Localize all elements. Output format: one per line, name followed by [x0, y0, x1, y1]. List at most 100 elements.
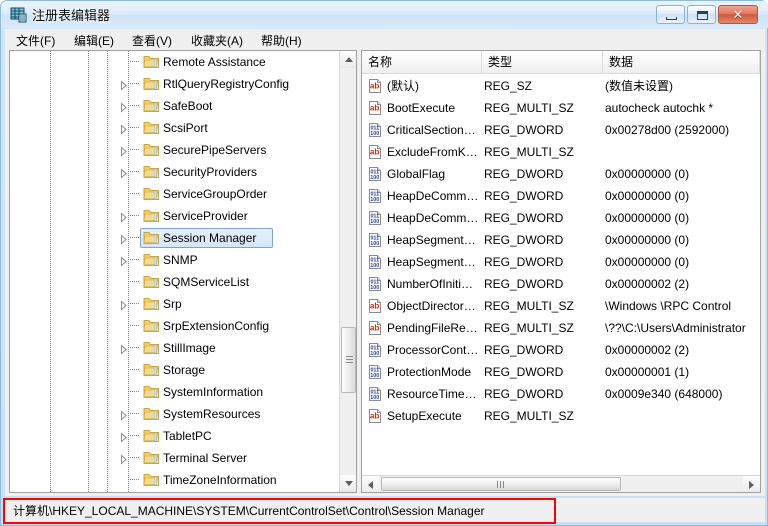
tree-item-systemresources[interactable]: SystemResources: [10, 403, 338, 425]
expand-arrow-icon[interactable]: [118, 454, 129, 465]
tree-item-serviceprovider[interactable]: ServiceProvider: [10, 205, 338, 227]
table-row[interactable]: 011 100 ProcessorCont… REG_DWORD 0x00000002 …: [362, 339, 760, 361]
close-button[interactable]: ✕: [718, 5, 758, 24]
tree-item-terminal-server[interactable]: Terminal Server: [10, 447, 338, 469]
expand-toggle[interactable]: [118, 166, 129, 179]
column-header-1[interactable]: 类型: [482, 51, 603, 73]
expand-toggle[interactable]: [118, 78, 129, 91]
value-type-cell: REG_MULTI_SZ: [484, 145, 574, 159]
tree-item-usbflags[interactable]: usbflags: [10, 491, 338, 492]
scroll-down-button[interactable]: [340, 475, 356, 492]
value-data-cell: 0x00000000 (0): [605, 211, 690, 225]
list-horizontal-scrollbar[interactable]: [362, 475, 760, 492]
folder-icon: [143, 320, 159, 332]
expand-arrow-icon[interactable]: [118, 432, 129, 443]
column-header-0[interactable]: 名称: [362, 51, 482, 73]
tree-item-srp[interactable]: Srp: [10, 293, 338, 315]
expand-toggle[interactable]: [118, 430, 129, 443]
table-row[interactable]: 011 100 ResourceTime… REG_DWORD 0x0009e340 (…: [362, 383, 760, 405]
expand-arrow-icon[interactable]: [118, 168, 129, 179]
title-bar[interactable]: 注册表编辑器 ✕: [1, 1, 768, 28]
tree-vertical-scrollbar[interactable]: [339, 51, 356, 492]
svg-text:ab: ab: [370, 412, 380, 421]
table-row[interactable]: ab PendingFileRe… REG_MULTI_SZ \??\C:\Users…: [362, 317, 760, 339]
folder-icon: [143, 386, 159, 398]
expand-toggle[interactable]: [118, 298, 129, 311]
value-data-cell: 0x00000000 (0): [605, 255, 690, 269]
table-row[interactable]: ab (默认) REG_SZ (数值未设置): [362, 75, 760, 97]
tree-item-safeboot[interactable]: SafeBoot: [10, 95, 338, 117]
tree-item-servicegrouporder[interactable]: ServiceGroupOrder: [10, 183, 338, 205]
menu-item-3[interactable]: 收藏夹(A): [188, 32, 246, 48]
tree-item-securityproviders[interactable]: SecurityProviders: [10, 161, 338, 183]
folder-icon: [143, 340, 160, 355]
expand-toggle[interactable]: [118, 122, 129, 135]
menu-item-2[interactable]: 查看(V): [129, 32, 175, 48]
scrollbar-thumb[interactable]: [381, 477, 621, 491]
tree-item-remote-assistance[interactable]: Remote Assistance: [10, 51, 338, 73]
table-row[interactable]: 011 100 HeapSegment… REG_DWORD 0x00000000 (0…: [362, 251, 760, 273]
table-row[interactable]: ab ExcludeFromK… REG_MULTI_SZ: [362, 141, 760, 163]
table-row[interactable]: 011 100 NumberOfIniti… REG_DWORD 0x00000002 …: [362, 273, 760, 295]
expand-toggle[interactable]: [118, 254, 129, 267]
table-row[interactable]: 011 100 HeapDeComm… REG_DWORD 0x00000000 (0): [362, 185, 760, 207]
list-column-header[interactable]: 名称 类型 数据: [362, 51, 760, 74]
table-row[interactable]: ab SetupExecute REG_MULTI_SZ: [362, 405, 760, 427]
expand-arrow-icon[interactable]: [118, 344, 129, 355]
scrollbar-thumb[interactable]: [341, 327, 356, 393]
tree-connector-line: [128, 413, 139, 414]
registry-values-pane[interactable]: 名称 类型 数据 ab (默认) REG_SZ (数值未设置) ab BootExecute R…: [361, 50, 761, 493]
expand-toggle[interactable]: [118, 144, 129, 157]
tree-item-scsiport[interactable]: ScsiPort: [10, 117, 338, 139]
folder-icon: [143, 144, 159, 156]
table-row[interactable]: ab ObjectDirector… REG_MULTI_SZ \Windows \R…: [362, 295, 760, 317]
expand-arrow-icon[interactable]: [118, 124, 129, 135]
minimize-button[interactable]: [656, 5, 685, 24]
menu-item-1[interactable]: 编辑(E): [71, 32, 117, 48]
maximize-button[interactable]: [687, 5, 716, 24]
tree-item-stillimage[interactable]: StillImage: [10, 337, 338, 359]
expand-arrow-icon[interactable]: [118, 212, 129, 223]
table-row[interactable]: 011 100 ProtectionMode REG_DWORD 0x00000001 …: [362, 361, 760, 383]
expand-arrow-icon[interactable]: [118, 300, 129, 311]
table-row[interactable]: 011 100 GlobalFlag REG_DWORD 0x00000000 (0): [362, 163, 760, 185]
expand-toggle[interactable]: [118, 232, 129, 245]
menu-item-4[interactable]: 帮助(H): [258, 32, 305, 48]
scroll-up-button[interactable]: [340, 51, 356, 68]
menu-item-0[interactable]: 文件(F): [13, 32, 58, 48]
svg-text:100: 100: [370, 285, 379, 291]
tree-connector-line: [128, 435, 139, 436]
expand-toggle[interactable]: [118, 100, 129, 113]
expand-arrow-icon[interactable]: [118, 80, 129, 91]
tree-item-sqmservicelist[interactable]: SQMServiceList: [10, 271, 338, 293]
scroll-right-button[interactable]: [743, 476, 760, 492]
expand-toggle[interactable]: [118, 452, 129, 465]
table-row[interactable]: ab BootExecute REG_MULTI_SZ autocheck autoc…: [362, 97, 760, 119]
scroll-left-button[interactable]: [362, 476, 379, 492]
table-row[interactable]: 011 100 CriticalSection… REG_DWORD 0x00278d0…: [362, 119, 760, 141]
tree-item-tabletpc[interactable]: TabletPC: [10, 425, 338, 447]
table-row[interactable]: 011 100 HeapSegment… REG_DWORD 0x00000000 (0…: [362, 229, 760, 251]
expand-arrow-icon[interactable]: [118, 410, 129, 421]
tree-item-snmp[interactable]: SNMP: [10, 249, 338, 271]
expand-toggle[interactable]: [118, 210, 129, 223]
tree-item-timezoneinformation[interactable]: TimeZoneInformation: [10, 469, 338, 491]
expand-arrow-icon[interactable]: [118, 146, 129, 157]
tree-item-securepipeservers[interactable]: SecurePipeServers: [10, 139, 338, 161]
column-header-2[interactable]: 数据: [603, 51, 760, 73]
string-value-icon: ab: [367, 408, 383, 424]
table-row[interactable]: 011 100 HeapDeComm… REG_DWORD 0x00000000 (0): [362, 207, 760, 229]
value-type-cell: REG_DWORD: [484, 123, 564, 137]
expand-arrow-icon[interactable]: [118, 256, 129, 267]
expand-arrow-icon[interactable]: [118, 102, 129, 113]
tree-item-session-manager[interactable]: Session Manager: [10, 227, 338, 249]
registry-tree-pane[interactable]: Remote Assistance RtlQueryRegistryConfig S…: [9, 50, 357, 493]
tree-item-systeminformation[interactable]: SystemInformation: [10, 381, 338, 403]
tree-item-storage[interactable]: Storage: [10, 359, 338, 381]
tree-item-rtlqueryregistryconfig[interactable]: RtlQueryRegistryConfig: [10, 73, 338, 95]
expand-toggle[interactable]: [118, 408, 129, 421]
expand-arrow-icon[interactable]: [118, 234, 129, 245]
tree-item-label: ScsiPort: [163, 121, 208, 135]
tree-item-srpextensionconfig[interactable]: SrpExtensionConfig: [10, 315, 338, 337]
expand-toggle[interactable]: [118, 342, 129, 355]
